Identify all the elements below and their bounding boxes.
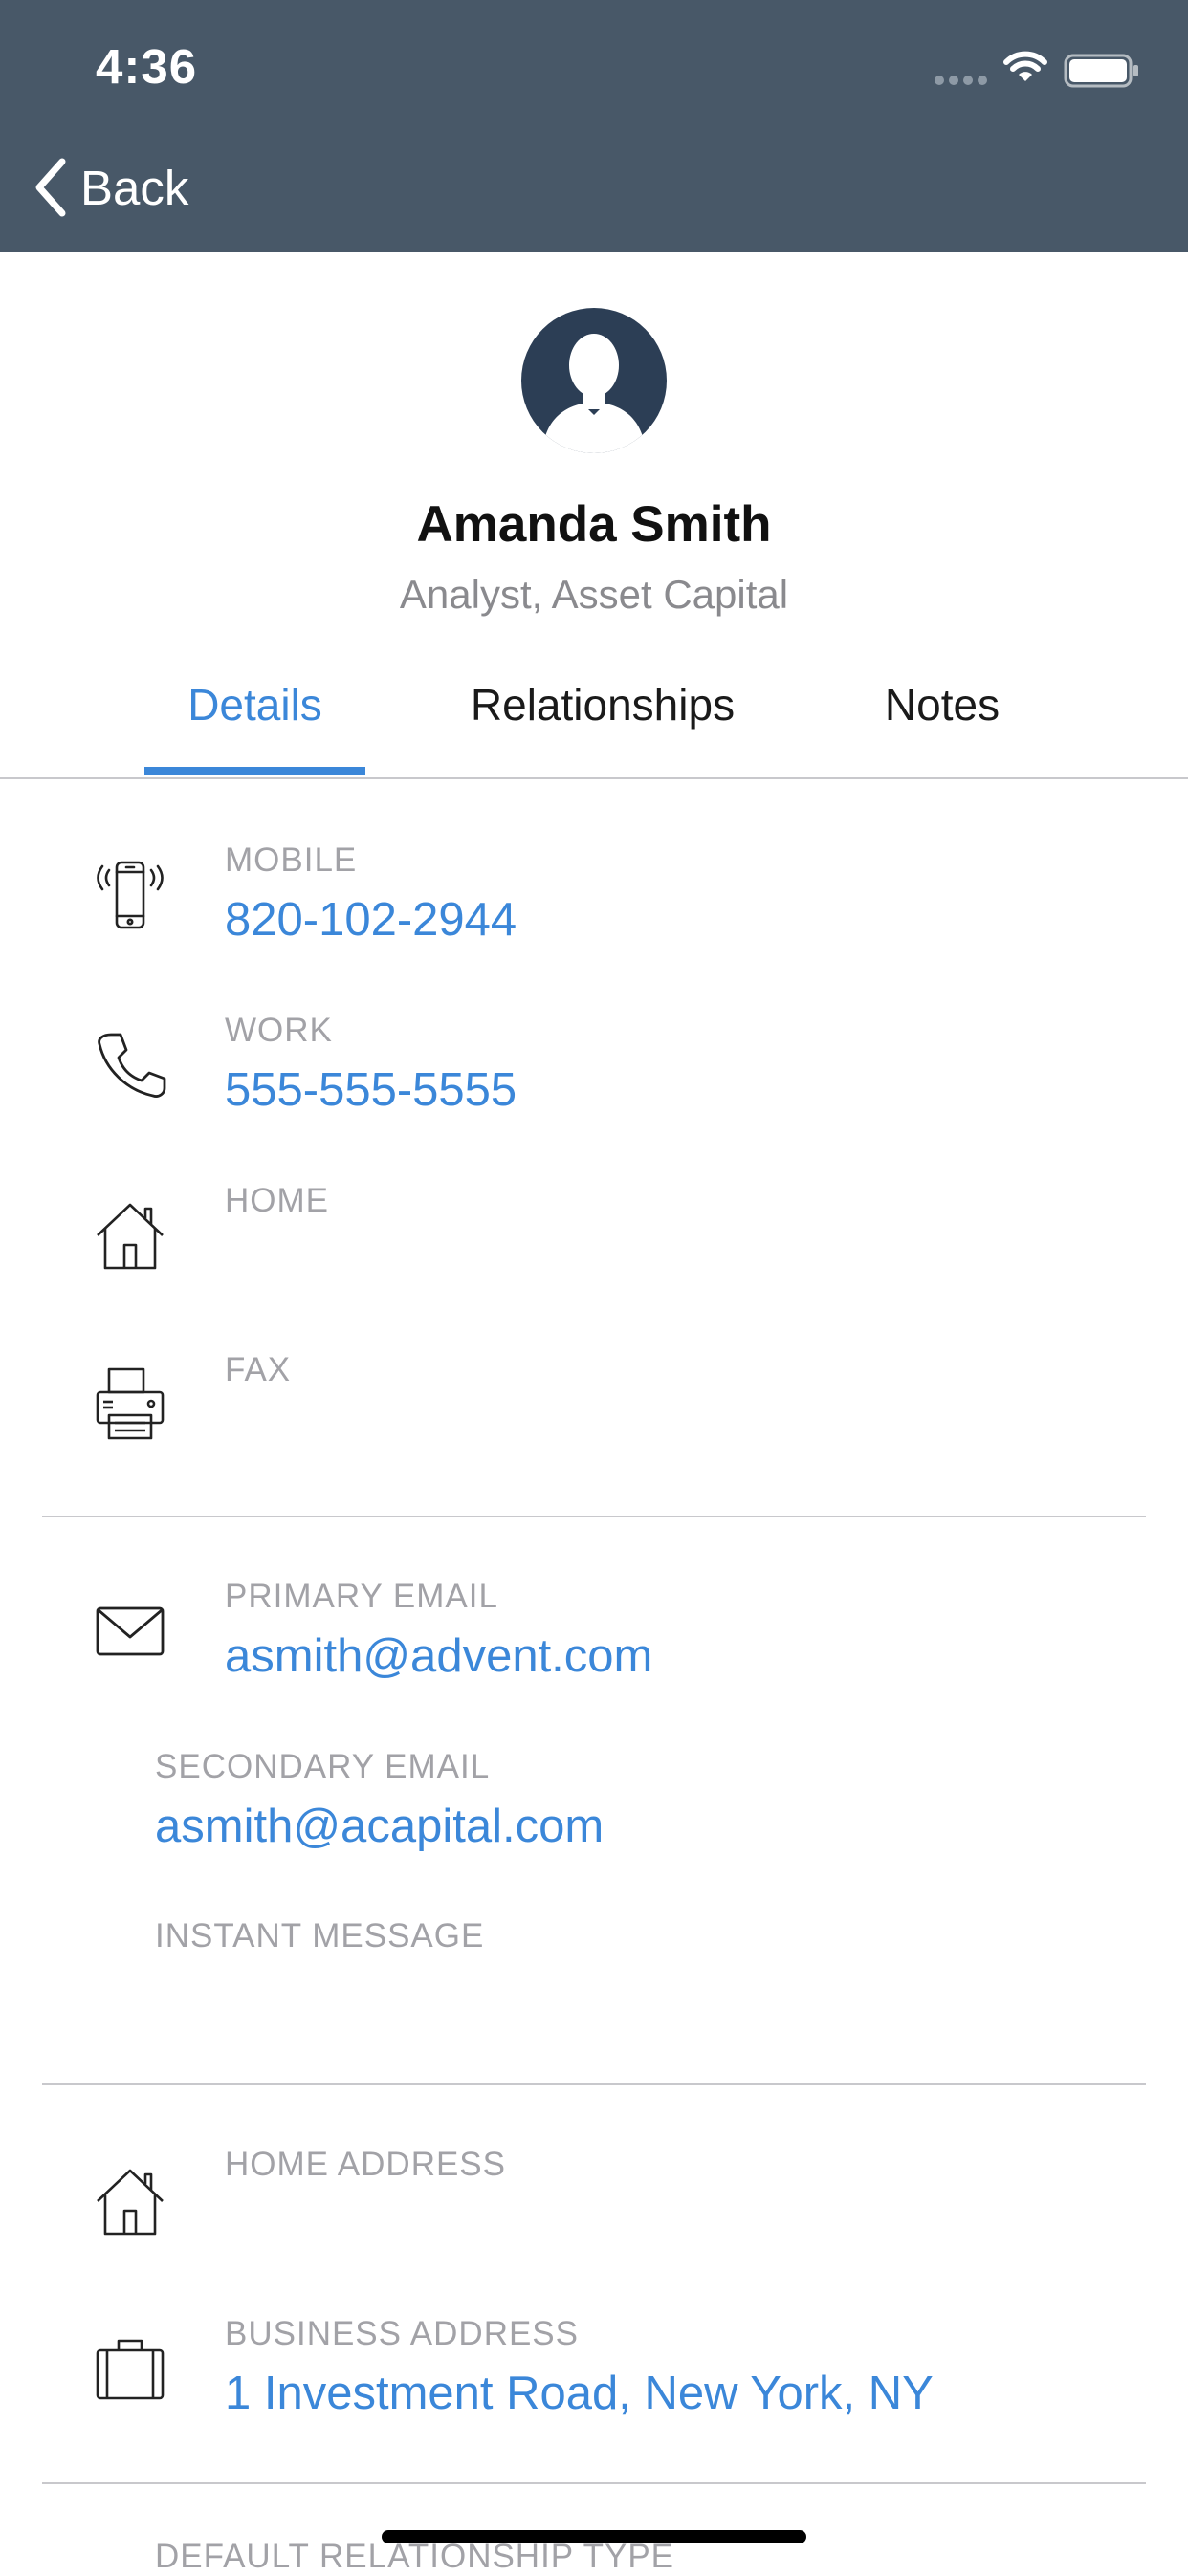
mobile-label: MOBILE <box>225 841 358 879</box>
section-divider <box>42 1516 1146 1517</box>
nav-header: 4:36 Back <box>0 0 1188 252</box>
contact-name: Amanda Smith <box>416 496 772 553</box>
section-divider <box>42 2482 1146 2484</box>
back-label: Back <box>80 160 189 215</box>
cellular-signal-icon <box>935 76 987 85</box>
envelope-icon <box>96 1606 165 1656</box>
status-time: 4:36 <box>96 39 198 94</box>
briefcase-icon <box>96 2339 165 2400</box>
tab-relationships[interactable]: Relationships <box>440 679 765 731</box>
home-phone-label: HOME <box>225 1182 329 1219</box>
home-indicator[interactable] <box>382 2530 806 2543</box>
wifi-icon <box>1003 51 1047 81</box>
house-icon <box>97 2169 164 2236</box>
battery-icon <box>1064 54 1138 88</box>
business-address-value[interactable]: 1 Investment Road, New York, NY <box>225 2367 934 2420</box>
secondary-email-label: SECONDARY EMAIL <box>155 1748 491 1785</box>
mobile-phone-icon <box>97 861 164 929</box>
tab-details[interactable]: Details <box>144 679 365 731</box>
back-button[interactable]: Back <box>34 153 188 222</box>
primary-email-value[interactable]: asmith@advent.com <box>225 1629 652 1683</box>
secondary-email-value[interactable]: asmith@acapital.com <box>155 1800 604 1853</box>
default-relationship-type-label: DEFAULT RELATIONSHIP TYPE <box>155 2538 675 2575</box>
contact-subtitle: Analyst, Asset Capital <box>399 572 789 617</box>
home-address-label: HOME ADDRESS <box>225 2146 506 2183</box>
instant-message-label: INSTANT MESSAGE <box>155 1917 485 1954</box>
active-tab-indicator <box>144 767 365 775</box>
avatar <box>521 308 667 453</box>
fax-label: FAX <box>225 1351 292 1388</box>
business-address-label: BUSINESS ADDRESS <box>225 2315 579 2352</box>
chevron-left-icon <box>35 158 66 217</box>
mobile-value[interactable]: 820-102-2944 <box>225 893 517 947</box>
tab-notes[interactable]: Notes <box>856 679 1028 731</box>
work-value[interactable]: 555-555-5555 <box>225 1063 517 1117</box>
primary-email-label: PRIMARY EMAIL <box>225 1578 498 1615</box>
fax-icon <box>96 1367 165 1440</box>
section-divider <box>42 2083 1146 2085</box>
house-icon <box>97 1203 164 1270</box>
tabs-divider <box>0 777 1188 779</box>
phone-icon <box>98 1033 166 1098</box>
work-label: WORK <box>225 1012 333 1049</box>
